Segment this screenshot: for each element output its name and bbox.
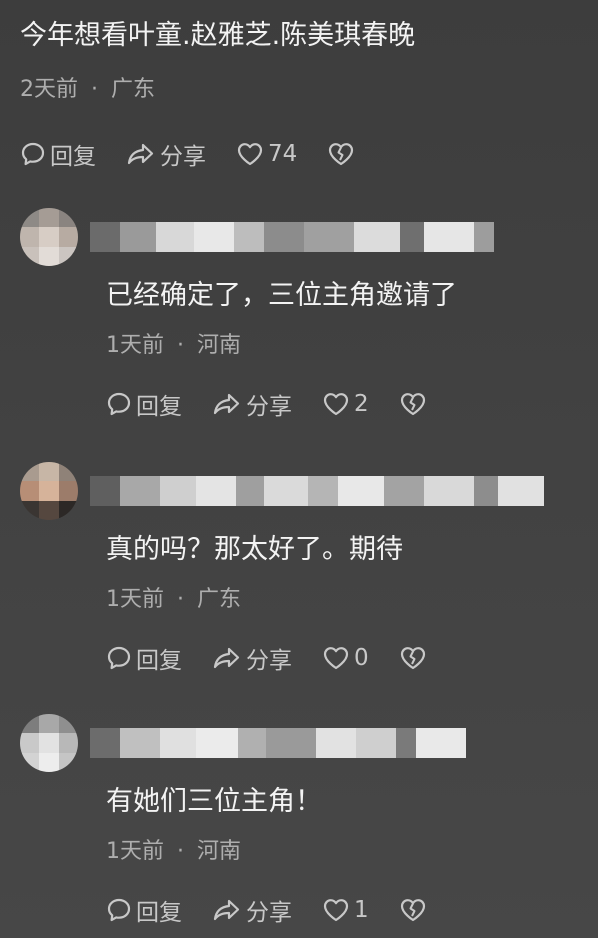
broken-heart-icon <box>400 899 425 922</box>
username-blurred[interactable] <box>90 476 544 506</box>
comment-meta: 2天前 · 广东 <box>20 74 580 106</box>
share-button[interactable]: 分享 <box>212 641 292 675</box>
share-label: 分享 <box>246 394 292 420</box>
reply-button[interactable]: 回复 <box>106 387 182 421</box>
reply-label: 回复 <box>50 144 96 170</box>
reply-item: 有她们三位主角！ 1天前 · 河南 回复 分享 1 <box>20 714 580 928</box>
like-count: 1 <box>354 897 369 923</box>
meta-separator: · <box>177 333 184 358</box>
reply-header <box>20 208 580 270</box>
reply-label: 回复 <box>136 900 182 926</box>
speech-bubble-icon <box>107 898 131 922</box>
broken-heart-icon <box>400 647 425 670</box>
reply-body: 真的吗？那太好了。期待 1天前 · 广东 回复 分享 0 <box>106 530 580 676</box>
username-blurred[interactable] <box>90 728 466 758</box>
username-blurred[interactable] <box>90 222 494 252</box>
broken-heart-icon <box>400 393 425 416</box>
top-comment: 今年想看叶童.赵雅芝.陈美琪春晚 2天前 · 广东 回复 分享 74 <box>20 16 580 172</box>
like-button[interactable]: 2 <box>322 391 369 417</box>
reply-location: 河南 <box>197 333 242 358</box>
reply-item: 已经确定了，三位主角邀请了 1天前 · 河南 回复 分享 2 <box>20 208 580 422</box>
reply-button[interactable]: 回复 <box>20 137 96 171</box>
reply-location: 广东 <box>197 587 242 612</box>
meta-separator: · <box>177 839 184 864</box>
like-button[interactable]: 1 <box>322 897 369 923</box>
share-button[interactable]: 分享 <box>212 387 292 421</box>
reply-label: 回复 <box>136 648 182 674</box>
reply-time: 1天前 <box>106 587 164 612</box>
reply-time: 1天前 <box>106 333 164 358</box>
reply-button[interactable]: 回复 <box>106 641 182 675</box>
like-count: 74 <box>268 141 298 167</box>
dislike-button[interactable] <box>399 897 427 923</box>
avatar[interactable] <box>20 714 78 772</box>
share-button[interactable]: 分享 <box>126 137 206 171</box>
like-count: 2 <box>354 391 369 417</box>
reply-actions: 回复 分享 1 <box>106 892 580 928</box>
reply-text: 已经确定了，三位主角邀请了 <box>106 280 457 311</box>
dislike-button[interactable] <box>399 391 427 417</box>
reply-header <box>20 462 580 524</box>
comment-text: 今年想看叶童.赵雅芝.陈美琪春晚 <box>20 20 416 51</box>
comment-actions: 回复 分享 74 <box>20 136 580 172</box>
meta-separator: · <box>177 587 184 612</box>
reply-meta: 1天前 · 河南 <box>106 836 580 868</box>
reply-item: 真的吗？那太好了。期待 1天前 · 广东 回复 分享 0 <box>20 462 580 676</box>
reply-button[interactable]: 回复 <box>106 893 182 927</box>
reply-actions: 回复 分享 2 <box>106 386 580 422</box>
like-button[interactable]: 0 <box>322 645 369 671</box>
comment-location: 广东 <box>111 77 156 102</box>
reply-header <box>20 714 580 776</box>
reply-body: 有她们三位主角！ 1天前 · 河南 回复 分享 1 <box>106 782 580 928</box>
like-button[interactable]: 74 <box>236 141 297 167</box>
speech-bubble-icon <box>107 646 131 670</box>
speech-bubble-icon <box>21 142 45 166</box>
heart-icon <box>323 393 349 416</box>
reply-actions: 回复 分享 0 <box>106 640 580 676</box>
dislike-button[interactable] <box>327 141 355 167</box>
dislike-button[interactable] <box>399 645 427 671</box>
meta-separator: · <box>91 77 98 102</box>
share-button[interactable]: 分享 <box>212 893 292 927</box>
heart-icon <box>237 143 263 166</box>
reply-text: 有她们三位主角！ <box>106 786 322 817</box>
share-arrow-icon <box>127 143 154 165</box>
share-arrow-icon <box>213 899 240 921</box>
reply-body: 已经确定了，三位主角邀请了 1天前 · 河南 回复 分享 2 <box>106 276 580 422</box>
reply-location: 河南 <box>197 839 242 864</box>
share-label: 分享 <box>246 900 292 926</box>
reply-meta: 1天前 · 河南 <box>106 330 580 362</box>
reply-label: 回复 <box>136 394 182 420</box>
reply-meta: 1天前 · 广东 <box>106 584 580 616</box>
like-count: 0 <box>354 645 369 671</box>
avatar[interactable] <box>20 462 78 520</box>
share-arrow-icon <box>213 393 240 415</box>
reply-text: 真的吗？那太好了。期待 <box>106 534 403 565</box>
comment-time: 2天前 <box>20 77 78 102</box>
share-arrow-icon <box>213 647 240 669</box>
broken-heart-icon <box>329 143 354 166</box>
avatar[interactable] <box>20 208 78 266</box>
speech-bubble-icon <box>107 392 131 416</box>
heart-icon <box>323 647 349 670</box>
heart-icon <box>323 899 349 922</box>
share-label: 分享 <box>246 648 292 674</box>
reply-time: 1天前 <box>106 839 164 864</box>
share-label: 分享 <box>160 144 206 170</box>
